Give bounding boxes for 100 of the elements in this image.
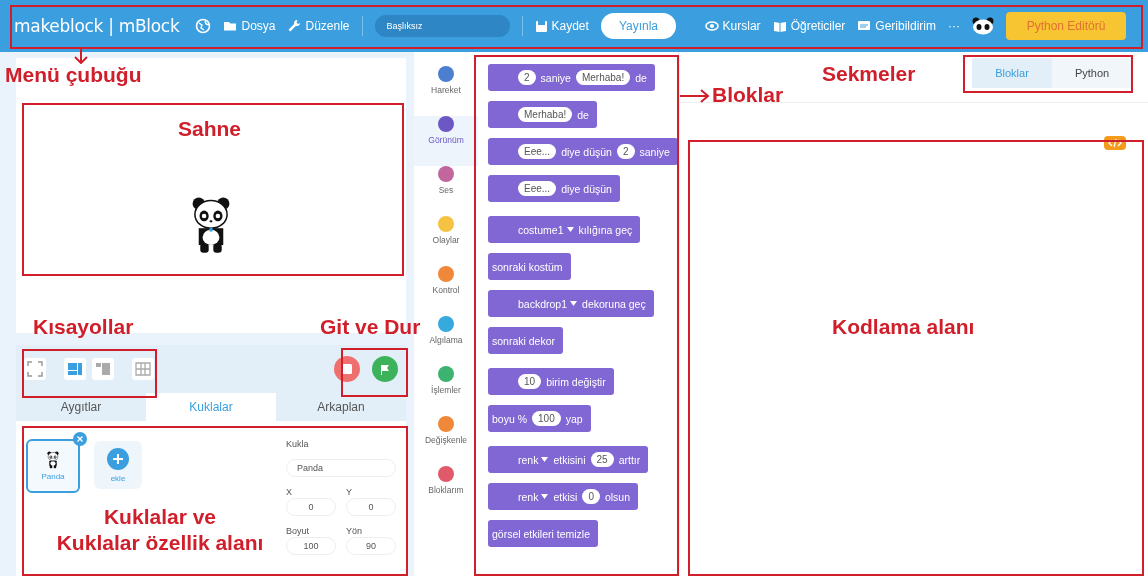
block-input[interactable]: 2 xyxy=(518,70,536,85)
property-field[interactable]: 100 xyxy=(286,537,336,555)
small-stage-icon[interactable] xyxy=(92,358,114,380)
close-icon[interactable] xyxy=(73,432,87,446)
annotation-arrow xyxy=(74,48,88,64)
block-dropdown[interactable]: backdrop1 xyxy=(518,297,578,310)
editor-tab[interactable]: Python xyxy=(1052,58,1132,88)
caret-icon xyxy=(541,457,549,462)
sprite-name-field[interactable]: Panda xyxy=(286,459,396,477)
category-item[interactable]: Ses xyxy=(414,166,478,216)
block-input[interactable]: 10 xyxy=(518,374,542,389)
field-label: Kukla xyxy=(286,439,310,449)
block-text: dekoruna geç xyxy=(582,297,646,310)
category-item[interactable]: Kontrol xyxy=(414,266,478,316)
code-block[interactable]: renk etkisi 0 olsun xyxy=(488,483,639,510)
caret-icon xyxy=(541,494,549,499)
stop-icon xyxy=(342,364,352,374)
panel-tab[interactable]: Arkaplan xyxy=(276,393,406,421)
book-icon xyxy=(772,19,787,33)
block-text: sonraki dekor xyxy=(492,334,556,347)
block-dropdown[interactable]: renk xyxy=(518,453,549,466)
save-icon xyxy=(534,19,548,33)
code-block[interactable]: sonraki dekor xyxy=(488,327,564,354)
caret-icon xyxy=(570,301,578,306)
block-text: de xyxy=(577,108,589,121)
code-block[interactable]: Eee... diye düşün 2 saniye xyxy=(488,138,678,165)
block-input[interactable]: 25 xyxy=(590,452,614,467)
annotation-frame xyxy=(341,348,408,397)
fullscreen-icon[interactable] xyxy=(24,358,46,380)
code-block[interactable]: boyu % 100 yap xyxy=(488,405,591,432)
globe-icon[interactable] xyxy=(195,18,212,34)
block-text: boyu % xyxy=(492,412,528,425)
go-button[interactable] xyxy=(372,356,398,382)
code-block[interactable]: görsel etkileri temizle xyxy=(488,520,599,547)
project-name-field[interactable]: Başlıksız xyxy=(374,15,510,37)
stop-button[interactable] xyxy=(334,356,360,382)
block-text: görsel etkileri temizle xyxy=(492,527,591,540)
block-input[interactable]: Eee... xyxy=(518,181,557,196)
annotation-label: Bloklar xyxy=(712,82,784,108)
code-block[interactable]: Eee... diye düşün xyxy=(488,175,620,202)
field-label: X xyxy=(286,487,293,497)
block-text: saniye xyxy=(540,71,571,84)
app-logo: makeblock | mBlock xyxy=(14,16,180,36)
code-block[interactable]: 10 birim değiştir xyxy=(488,368,614,395)
category-item[interactable]: Hareket xyxy=(414,66,478,116)
annotation-arrow xyxy=(680,89,710,103)
panda-drawing xyxy=(46,450,60,470)
block-input[interactable]: 100 xyxy=(532,411,561,426)
block-text: olsun xyxy=(604,490,631,503)
grid-icon[interactable] xyxy=(132,358,154,380)
annotation-label: Menü çubuğu xyxy=(5,62,142,88)
annotation-label: Git ve Dur xyxy=(320,314,421,340)
category-item[interactable]: İşlemler xyxy=(414,366,478,416)
plus-icon xyxy=(107,447,129,470)
block-dropdown[interactable]: costume1 xyxy=(518,223,574,236)
annotation-label: Kısayollar xyxy=(33,314,134,340)
code-block[interactable]: sonraki kostüm xyxy=(488,253,571,280)
block-text: yap xyxy=(565,412,583,425)
code-block[interactable]: costume1 kılığına geç xyxy=(488,216,641,243)
property-field[interactable]: 0 xyxy=(286,498,336,516)
code-block[interactable]: renk etkisini 25 arttır xyxy=(488,446,649,473)
field-label: Yön xyxy=(346,526,363,536)
eye-icon xyxy=(704,19,719,33)
chat-icon xyxy=(857,19,872,33)
block-text: etkisini xyxy=(553,453,586,466)
block-text: arttır xyxy=(618,453,641,466)
block-text: kılığına geç xyxy=(578,223,633,236)
block-text: birim değiştir xyxy=(546,375,606,388)
block-input[interactable]: Eee... xyxy=(518,144,557,159)
annotation-label: Kuklalar ve Kuklalar özellik alanı xyxy=(55,504,265,557)
flag-icon xyxy=(379,363,391,375)
large-stage-icon[interactable] xyxy=(64,358,86,380)
block-dropdown[interactable]: renk xyxy=(518,490,549,503)
annotation-label: Sekmeler xyxy=(822,61,916,87)
category-item[interactable]: Görünüm xyxy=(414,116,478,166)
panel-tab[interactable]: Aygıtlar xyxy=(16,393,146,421)
code-block[interactable]: backdrop1 dekoruna geç xyxy=(488,290,654,317)
block-text: diye düşün xyxy=(561,182,612,195)
block-text: de xyxy=(635,71,647,84)
category-item[interactable]: Değişkenle xyxy=(414,416,478,466)
block-text: sonraki kostüm xyxy=(492,260,563,273)
property-field[interactable]: 0 xyxy=(346,498,396,516)
caret-icon xyxy=(566,227,574,232)
field-label: Y xyxy=(346,487,353,497)
block-text: diye düşün xyxy=(561,145,612,158)
annotation-label: Sahne xyxy=(178,116,242,142)
property-field[interactable]: 90 xyxy=(346,537,396,555)
code-block[interactable]: 2 saniye Merhaba! de xyxy=(488,64,655,91)
block-input[interactable]: 0 xyxy=(582,489,600,504)
annotation-label: Kodlama alanı xyxy=(832,314,975,340)
block-input[interactable]: 2 xyxy=(616,144,635,159)
field-label: Boyut xyxy=(286,526,310,536)
block-input[interactable]: Merhaba! xyxy=(575,70,631,85)
panda-avatar-icon[interactable] xyxy=(972,17,994,35)
block-input[interactable]: Merhaba! xyxy=(518,107,573,122)
code-block[interactable]: Merhaba! de xyxy=(488,101,597,128)
folder-icon xyxy=(223,19,238,33)
category-item[interactable]: Bloklarım xyxy=(414,466,478,516)
category-item[interactable]: Olaylar xyxy=(414,216,478,266)
block-text: saniye xyxy=(639,145,670,158)
